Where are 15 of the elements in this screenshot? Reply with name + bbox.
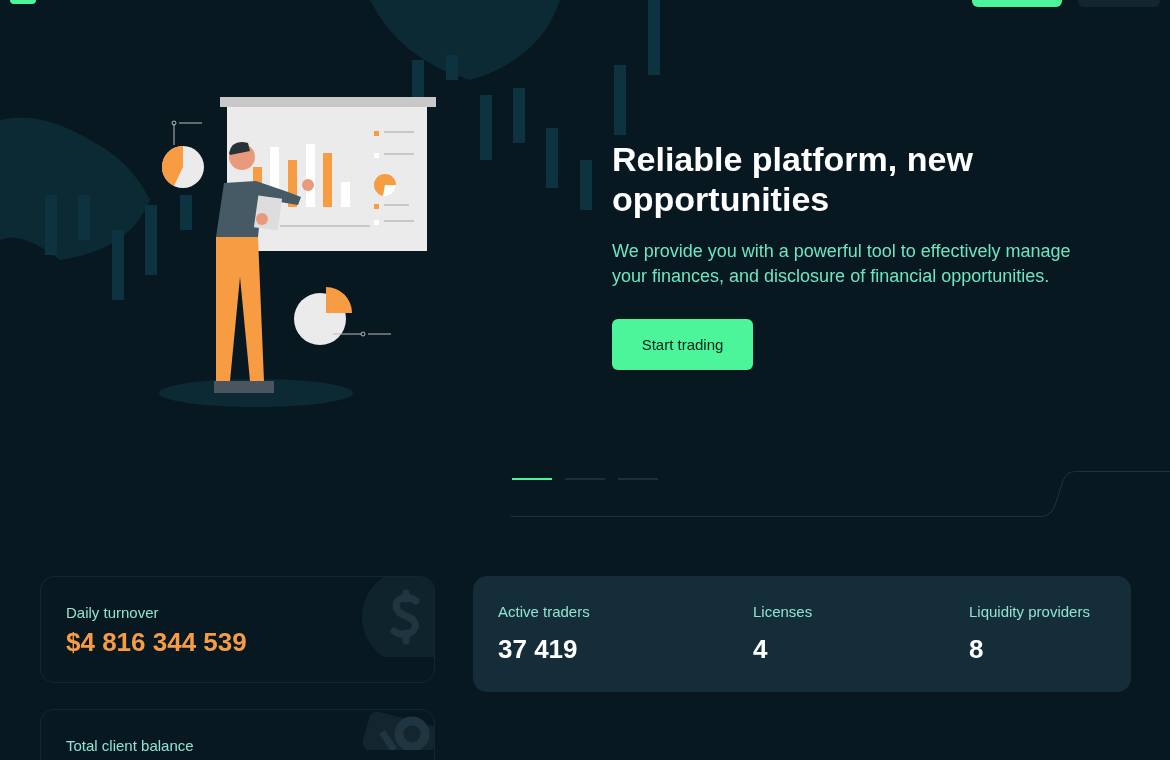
stat-label: Licenses: [753, 603, 814, 620]
stat-value: $4 816 344 539: [66, 627, 248, 658]
slide-indicator[interactable]: [512, 478, 552, 480]
start-trading-button[interactable]: Start trading: [612, 319, 753, 370]
stat-value: 37 419: [498, 634, 579, 665]
stat-value: 8: [969, 634, 985, 665]
stat-label: Total client balance: [66, 737, 195, 754]
header-button[interactable]: [972, 0, 1062, 7]
stat-label: Daily turnover: [66, 604, 160, 621]
logo-icon[interactable]: [10, 0, 36, 4]
stat-label: Liquidity providers: [969, 603, 1091, 620]
stat-label: Active traders: [498, 603, 591, 620]
hero-description: We provide you with a powerful tool to effectively manage your finances, and disclosure of financial opportunities.: [612, 240, 1072, 288]
hero-heading: Reliable platform, new opportunities: [612, 139, 974, 219]
stat-value: 4: [753, 634, 769, 665]
